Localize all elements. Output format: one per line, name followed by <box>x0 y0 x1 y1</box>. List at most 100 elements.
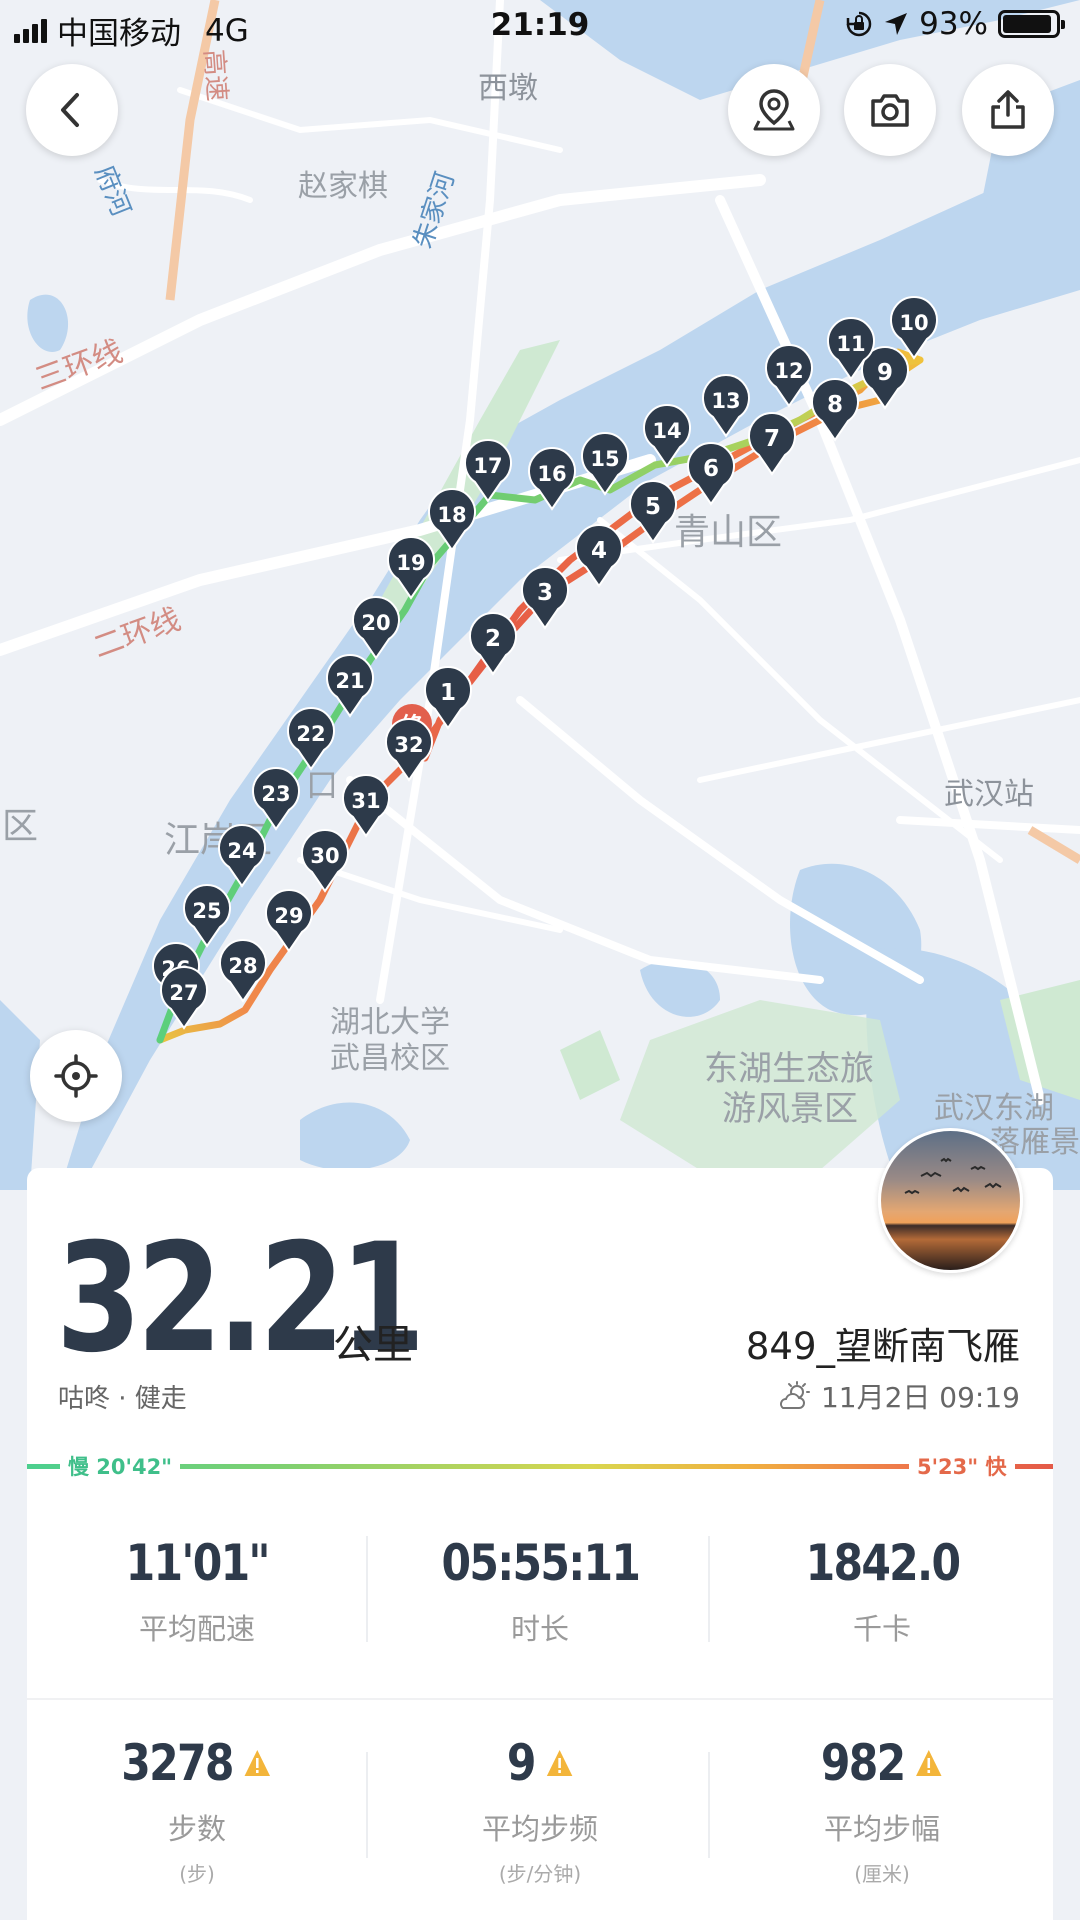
km-marker-label: 25 <box>192 899 221 923</box>
back-arrow-icon <box>61 93 79 127</box>
stat-calories-label: 千卡 <box>852 1612 911 1646</box>
km-marker-label: 11 <box>836 332 865 356</box>
camera-button[interactable] <box>844 64 936 156</box>
km-marker-label: 22 <box>296 722 325 746</box>
stat-divider <box>366 1752 368 1858</box>
distance-unit: 公里 <box>333 1322 413 1368</box>
location-pin-icon <box>753 89 795 131</box>
stat-cadence[interactable]: 9 平均步频 (步/分钟) <box>370 1734 710 1887</box>
km-marker-label: 7 <box>764 426 780 452</box>
user-avatar[interactable] <box>878 1128 1023 1273</box>
km-marker-label: 4 <box>591 538 607 564</box>
km-marker-label: 28 <box>228 954 257 978</box>
battery-percent: 93% <box>919 6 988 42</box>
stat-pace-label: 平均配速 <box>138 1612 255 1646</box>
stat-cadence-value-row: 9 <box>507 1734 574 1792</box>
km-marker-label: 6 <box>703 456 719 482</box>
stat-stride[interactable]: 982 平均步幅 (厘米) <box>712 1734 1052 1887</box>
map-label-qu: 区 <box>2 806 38 847</box>
km-marker-label: 1 <box>440 680 456 706</box>
camera-icon <box>871 94 909 127</box>
activity-date: 11月2日 09:19 <box>820 1381 1020 1414</box>
stat-steps[interactable]: 3278 步数 (步) <box>27 1734 367 1887</box>
avatar-birds-image <box>904 1157 1002 1195</box>
stat-stride-value-row: 982 <box>821 1734 944 1792</box>
stat-duration-value: 05:55:11 <box>441 1534 641 1592</box>
map-label-donghu-1: 东湖生态旅 <box>704 1049 874 1089</box>
status-bar: 中国移动 4G 21:19 93% <box>0 0 1080 52</box>
map-label-xidun: 西墩 <box>478 71 538 106</box>
stat-stride-value: 982 <box>820 1734 906 1792</box>
stat-cadence-value: 9 <box>506 1734 537 1792</box>
stat-calories-value: 1842.0 <box>805 1534 961 1592</box>
speed-legend-bar <box>27 1462 1053 1470</box>
speed-legend-fast: 5'23" 快 <box>909 1451 1015 1481</box>
warning-icon[interactable] <box>243 1748 272 1778</box>
location-services-icon <box>885 13 908 35</box>
stat-divider <box>708 1752 710 1858</box>
warning-icon[interactable] <box>914 1748 943 1778</box>
km-marker-label: 3 <box>537 580 553 606</box>
recenter-button[interactable] <box>30 1030 122 1122</box>
route-map[interactable]: 西墩 赵家棋 府河 朱家河 三环线 二环线 青山区 江岸区 区 武汉站 湖北大学… <box>0 0 1080 1190</box>
stat-divider <box>366 1536 368 1642</box>
partly-cloudy-icon <box>780 1381 810 1409</box>
stat-cadence-unit: (步/分钟) <box>498 1862 582 1886</box>
map-label-wuhan-station: 武汉站 <box>944 777 1034 812</box>
location-pin-button[interactable] <box>728 64 820 156</box>
map-label-wuchang-campus: 武昌校区 <box>330 1041 450 1076</box>
stat-steps-value: 3278 <box>121 1734 235 1792</box>
username[interactable]: 849_望断南飞雁 <box>746 1316 1020 1370</box>
stat-steps-unit: (步) <box>179 1862 215 1886</box>
back-button[interactable] <box>26 64 118 156</box>
km-marker-label: 9 <box>877 360 893 386</box>
km-marker-label: 17 <box>473 454 502 478</box>
km-marker-label: 24 <box>227 839 256 863</box>
activity-date-row: 11月2日 09:19 <box>775 1376 1020 1416</box>
stat-steps-label: 步数 <box>167 1812 226 1846</box>
map-label-hubei-univ: 湖北大学 <box>330 1005 450 1040</box>
share-icon <box>991 90 1025 129</box>
share-button[interactable] <box>962 64 1054 156</box>
km-marker-label: 14 <box>652 419 681 443</box>
km-marker-label: 31 <box>351 789 380 813</box>
map-label-donghu-2: 游风景区 <box>722 1089 858 1129</box>
map-label-kou: 口 <box>306 766 338 804</box>
map-label-wuhan-donghu: 武汉东湖 <box>934 1091 1054 1126</box>
km-marker-label: 13 <box>711 389 740 413</box>
orientation-lock-icon <box>846 11 872 37</box>
map-label-qingshan: 青山区 <box>674 512 782 553</box>
stat-pace: 11'01" 平均配速 <box>27 1534 367 1648</box>
km-marker-label: 20 <box>361 611 390 635</box>
km-marker-label: 18 <box>437 503 466 527</box>
battery-icon <box>998 10 1065 38</box>
km-marker-label: 8 <box>827 392 843 418</box>
stat-cadence-label: 平均步频 <box>481 1812 598 1846</box>
speed-legend-slow: 慢 20'42" <box>60 1451 181 1481</box>
sport-type: 咕咚 · 健走 <box>58 1384 187 1414</box>
km-marker-label: 16 <box>537 462 566 486</box>
km-marker-label: 23 <box>261 782 290 806</box>
km-marker-label: 27 <box>169 981 198 1005</box>
warning-icon[interactable] <box>545 1748 574 1778</box>
km-marker-label: 29 <box>274 904 303 928</box>
km-marker-label: 15 <box>590 447 619 471</box>
map-label-highway: 高速 <box>198 48 232 102</box>
stats-row-divider <box>27 1698 1053 1700</box>
km-marker-label: 30 <box>310 844 339 868</box>
stat-duration-label: 时长 <box>510 1612 569 1646</box>
km-marker-label: 19 <box>396 551 425 575</box>
stat-duration: 05:55:11 时长 <box>370 1534 710 1648</box>
km-marker-label: 32 <box>394 733 423 757</box>
stat-steps-value-row: 3278 <box>122 1734 273 1792</box>
km-marker-label: 5 <box>645 494 661 520</box>
stat-divider <box>708 1536 710 1642</box>
km-marker-label: 21 <box>335 669 364 693</box>
km-marker-label: 12 <box>774 359 803 383</box>
km-marker-label: 2 <box>485 626 501 652</box>
map-label-zhaojiaqi: 赵家棋 <box>298 169 388 204</box>
stat-stride-unit: (厘米) <box>854 1862 910 1886</box>
stat-calories: 1842.0 千卡 <box>712 1534 1052 1648</box>
km-marker-label: 10 <box>899 311 928 335</box>
stat-pace-value: 11'01" <box>125 1534 270 1592</box>
